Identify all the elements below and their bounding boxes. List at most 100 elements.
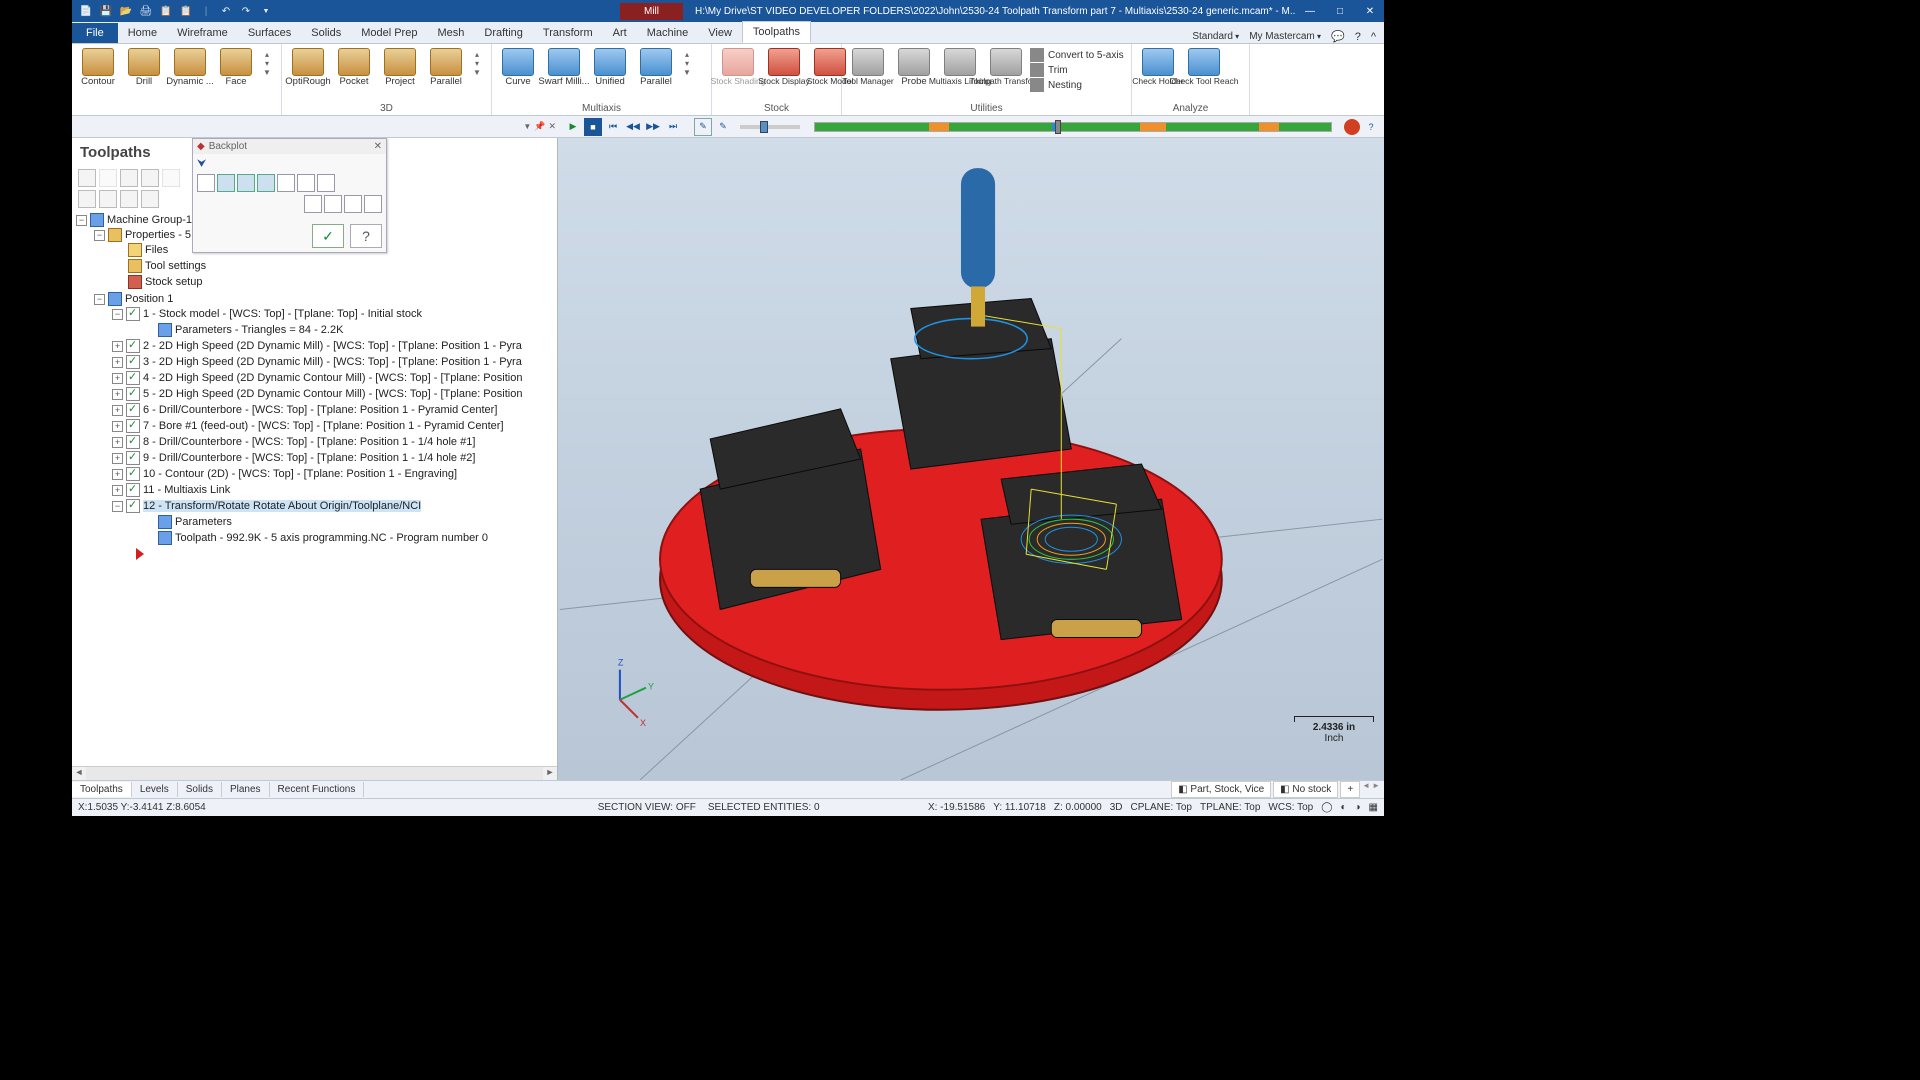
op-check-icon[interactable] [126, 403, 140, 417]
tree-op-label[interactable]: 12 - Transform/Rotate Rotate About Origi… [143, 500, 421, 512]
tool-insert-icon[interactable] [141, 169, 159, 187]
tool-down-icon[interactable] [141, 190, 159, 208]
stop-button[interactable]: ■ [584, 118, 602, 136]
panel-close-icon[interactable]: ✕ [548, 121, 556, 132]
tab-transform[interactable]: Transform [533, 23, 603, 43]
trace-mode2-button[interactable]: ✎ [714, 118, 732, 136]
tool-manager-button[interactable]: Tool Manager [846, 46, 890, 86]
expand-icon[interactable]: + [112, 485, 123, 496]
check-tool-reach-button[interactable]: Check Tool Reach [1182, 46, 1226, 86]
status-cplane[interactable]: CPLANE: Top [1130, 802, 1192, 813]
tree-op-label[interactable]: Toolpath - 992.9K - 5 axis programming.N… [175, 532, 488, 544]
drill-button[interactable]: Drill [122, 46, 166, 87]
expand-icon[interactable]: + [112, 469, 123, 480]
tab-drafting[interactable]: Drafting [474, 23, 533, 43]
backplot-help-button[interactable]: ? [350, 224, 382, 248]
file-tab[interactable]: File [72, 23, 118, 43]
unified-button[interactable]: Unified [588, 46, 632, 87]
tree-position[interactable]: Position 1 [125, 293, 173, 305]
notification-icon[interactable]: 💬 [1331, 30, 1345, 43]
tab-solids[interactable]: Solids [301, 23, 351, 43]
tree-op-label[interactable]: 4 - 2D High Speed (2D Dynamic Contour Mi… [143, 372, 522, 384]
print-icon[interactable]: 🖨 [138, 3, 154, 19]
expand-icon[interactable]: + [112, 341, 123, 352]
tree-op-label[interactable]: Parameters [175, 516, 232, 528]
tab-wireframe[interactable]: Wireframe [167, 23, 238, 43]
bp-btn2[interactable] [217, 174, 235, 192]
expand-icon[interactable]: − [112, 309, 123, 320]
expand-icon[interactable]: − [112, 501, 123, 512]
status-wcs[interactable]: WCS: Top [1268, 802, 1313, 813]
backplot-close-icon[interactable]: ✕ [374, 141, 382, 152]
status-section[interactable]: SECTION VIEW: OFF [598, 802, 696, 813]
view-sheet-part[interactable]: ◧ Part, Stock, Vice [1171, 781, 1271, 798]
tab-mesh[interactable]: Mesh [427, 23, 474, 43]
viewport[interactable]: Z Y X 2.4336 in Inch [558, 138, 1384, 780]
op-check-icon[interactable] [126, 387, 140, 401]
tree-tool-settings[interactable]: Tool settings [145, 260, 206, 272]
tab-surfaces[interactable]: Surfaces [238, 23, 301, 43]
gallery-more-icon[interactable]: ▼ [260, 68, 274, 77]
op-check-icon[interactable] [126, 499, 140, 513]
tab-machine[interactable]: Machine [637, 23, 699, 43]
status-mode[interactable]: 3D [1110, 802, 1123, 813]
bp-btn7[interactable] [317, 174, 335, 192]
collapse-ribbon-icon[interactable]: ^ [1371, 31, 1376, 43]
tool-ghost-icon[interactable] [120, 190, 138, 208]
bp-btn11[interactable] [364, 195, 382, 213]
bp-btn1[interactable] [197, 174, 215, 192]
redo-icon[interactable]: ↷ [238, 3, 254, 19]
tree-op-label[interactable]: 3 - 2D High Speed (2D Dynamic Mill) - [W… [143, 356, 522, 368]
expand-icon[interactable]: + [112, 357, 123, 368]
optirough-button[interactable]: OptiRough [286, 46, 330, 87]
tree-op-label[interactable]: 10 - Contour (2D) - [WCS: Top] - [Tplane… [143, 468, 457, 480]
op-check-icon[interactable] [126, 451, 140, 465]
status-x[interactable]: X: -19.51586 [928, 802, 985, 813]
gallery-up-icon[interactable]: ▴ [260, 50, 274, 59]
view-sheet-add[interactable]: + [1340, 781, 1360, 798]
expand-icon[interactable]: + [112, 453, 123, 464]
help-icon[interactable]: ? [1355, 31, 1361, 43]
sheet-scroll-right-icon[interactable]: ► [1372, 781, 1380, 798]
my-mastercam-dropdown[interactable]: My Mastercam [1249, 31, 1321, 42]
trim-button[interactable]: Trim [1030, 63, 1124, 77]
tab-toolpaths[interactable]: Toolpaths [742, 21, 811, 43]
expand-icon[interactable]: + [112, 389, 123, 400]
op-check-icon[interactable] [126, 467, 140, 481]
tree-op-label[interactable]: 1 - Stock model - [WCS: Top] - [Tplane: … [143, 308, 422, 320]
status-y[interactable]: Y: 11.10718 [993, 802, 1046, 813]
close-button[interactable]: ✕ [1356, 1, 1384, 21]
sheet-scroll-left-icon[interactable]: ◄ [1362, 781, 1370, 798]
status-icon2[interactable]: ◐ [1340, 802, 1346, 813]
backplot-ok-button[interactable]: ✓ [312, 224, 344, 248]
bp-btn5[interactable] [277, 174, 295, 192]
op-check-icon[interactable] [126, 419, 140, 433]
panel-dropdown-icon[interactable]: ▼ [523, 122, 531, 131]
panel-pin-icon[interactable]: 📌 [534, 121, 545, 132]
bp-btn10[interactable] [344, 195, 362, 213]
expand-icon[interactable]: − [76, 215, 87, 226]
face-button[interactable]: Face [214, 46, 258, 87]
paste-icon[interactable]: 📋 [178, 3, 194, 19]
dropdown-icon[interactable]: ▼ [258, 3, 274, 19]
op-check-icon[interactable] [126, 355, 140, 369]
contour-button[interactable]: Contour [76, 46, 120, 87]
record-icon[interactable] [1344, 119, 1360, 135]
tool-lock-icon[interactable] [78, 190, 96, 208]
tool-drill-icon[interactable] [120, 169, 138, 187]
bottom-tab-planes[interactable]: Planes [222, 782, 270, 797]
bp-btn8[interactable] [304, 195, 322, 213]
timeline-handle[interactable] [1055, 120, 1061, 134]
open-icon[interactable]: 📂 [118, 3, 134, 19]
undo-icon[interactable]: ↶ [218, 3, 234, 19]
tree-op-label[interactable]: 8 - Drill/Counterbore - [WCS: Top] - [Tp… [143, 436, 475, 448]
copy-icon[interactable]: 📋 [158, 3, 174, 19]
status-tplane[interactable]: TPLANE: Top [1200, 802, 1260, 813]
parallel-multi-button[interactable]: Parallel [634, 46, 678, 87]
panel-hscroll[interactable]: ◄► [72, 766, 557, 780]
expand-icon[interactable]: + [112, 421, 123, 432]
gallery-down-icon[interactable]: ▾ [260, 59, 274, 68]
nesting-button[interactable]: Nesting [1030, 78, 1124, 92]
toolpath-transform-button[interactable]: Toolpath Transform [984, 46, 1028, 86]
tab-art[interactable]: Art [603, 23, 637, 43]
